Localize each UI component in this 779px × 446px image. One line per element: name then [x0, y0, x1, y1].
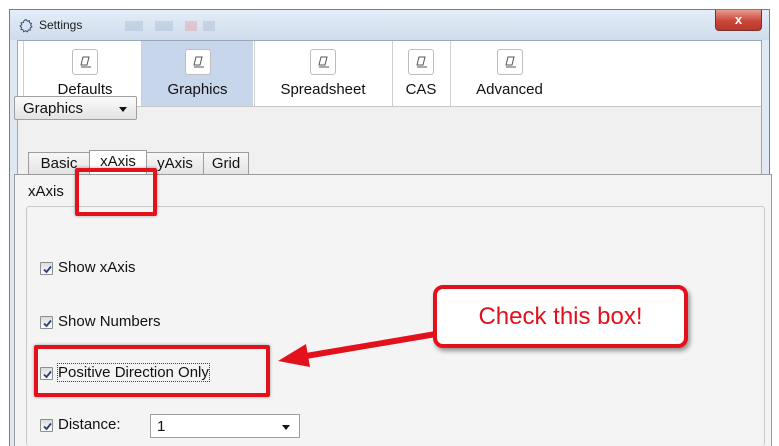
- chevron-down-icon: [119, 107, 127, 112]
- settings-gear-icon: [19, 18, 33, 33]
- eraser-icon: [408, 49, 434, 75]
- category-graphics[interactable]: Graphics: [142, 41, 253, 106]
- checkmark-icon: [43, 319, 52, 328]
- tab-yaxis[interactable]: yAxis: [146, 152, 204, 174]
- chevron-down-icon: [282, 425, 290, 430]
- category-cas[interactable]: CAS: [393, 41, 449, 106]
- positive-direction-label: Positive Direction Only: [57, 363, 210, 382]
- positive-direction-checkbox[interactable]: [40, 367, 53, 380]
- category-label: Advanced: [476, 81, 543, 98]
- tab-basic[interactable]: Basic: [28, 152, 90, 174]
- view-select-dropdown[interactable]: Graphics: [14, 96, 137, 120]
- eraser-icon: [72, 49, 98, 75]
- window-title: Settings: [39, 18, 83, 32]
- show-numbers-label: Show Numbers: [58, 313, 161, 330]
- checkmark-icon: [43, 370, 52, 379]
- annotation-arrow-icon: [278, 331, 437, 367]
- view-select-value: Graphics: [23, 100, 84, 117]
- instruction-callout: Check this box!: [433, 285, 688, 348]
- eraser-icon: [184, 49, 211, 75]
- show-numbers-checkbox[interactable]: [40, 316, 53, 329]
- show-axis-label: Show xAxis: [58, 259, 136, 276]
- category-label: Graphics: [167, 81, 228, 98]
- title-bar-faded-toolbar: [125, 21, 215, 31]
- checkmark-icon: [43, 265, 52, 274]
- callout-text: Check this box!: [478, 303, 643, 330]
- category-advanced[interactable]: Advanced: [451, 41, 568, 106]
- distance-label: Distance:: [58, 416, 121, 433]
- show-axis-checkbox[interactable]: [40, 262, 53, 275]
- close-button[interactable]: x: [715, 10, 762, 31]
- category-label: Spreadsheet: [280, 81, 366, 98]
- category-label: CAS: [405, 81, 437, 98]
- category-toolbar-empty: [579, 41, 761, 107]
- distance-checkbox[interactable]: [40, 419, 53, 432]
- category-spreadsheet[interactable]: Spreadsheet: [255, 41, 391, 106]
- tab-xaxis[interactable]: xAxis: [89, 150, 147, 174]
- title-bar[interactable]: Settings x: [10, 10, 769, 40]
- checkmark-icon: [43, 422, 52, 431]
- tab-grid[interactable]: Grid: [203, 152, 249, 174]
- distance-select[interactable]: 1: [150, 414, 300, 438]
- eraser-icon: [496, 49, 523, 75]
- eraser-icon: [310, 49, 336, 75]
- distance-value: 1: [157, 418, 166, 435]
- axis-group-title: xAxis: [28, 183, 64, 200]
